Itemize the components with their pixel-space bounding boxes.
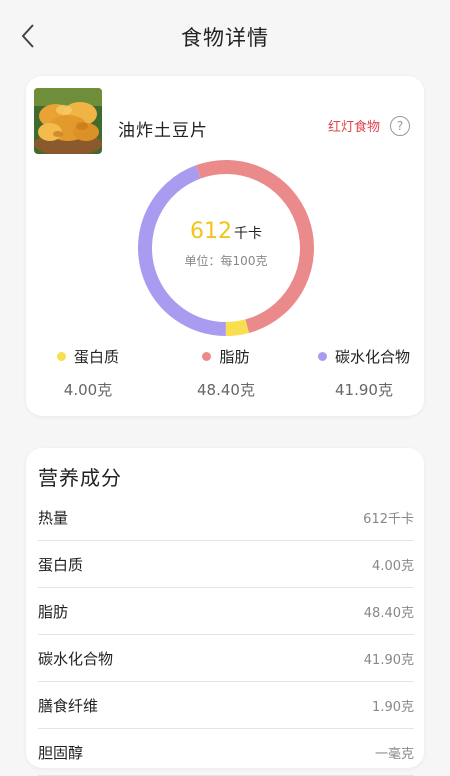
nutrient-value: 4.00克 [372,558,414,574]
legend-label: 脂肪 [219,348,250,366]
top-bar: 食物详情 [0,0,450,74]
nutrient-label: 胆固醇 [38,743,84,762]
unit-note: 单位：每100克 [184,254,268,268]
nutrient-label: 脂肪 [38,602,69,621]
legend-label: 蛋白质 [73,348,119,366]
donut-center: 612 千卡 单位：每100克 [134,156,318,340]
calorie-unit: 千卡 [234,226,262,242]
protein-dot-icon [56,352,66,361]
nutrient-label: 蛋白质 [38,555,84,574]
macro-donut-chart: 612 千卡 单位：每100克 [134,156,318,340]
nutrient-row-fiber: 膳食纤维 1.90克 [38,682,414,729]
nutrient-label: 热量 [38,508,69,527]
nutrient-value: 48.40克 [363,605,414,621]
nutrient-row-energy: 热量 612千卡 [38,494,414,541]
fat-dot-icon [202,352,212,361]
calorie-value: 612 [190,219,232,244]
carbs-dot-icon [317,352,327,361]
page-title: 食物详情 [181,26,269,50]
nutrient-value: 1.90克 [372,699,414,715]
nutrient-label: 膳食纤维 [38,696,99,715]
nutrient-row-protein: 蛋白质 4.00克 [38,541,414,588]
nutrient-value: 612千卡 [363,511,414,527]
nutrient-row-cholesterol: 胆固醇 一毫克 [38,729,414,776]
red-light-tag: 红灯食物 [327,120,380,135]
legend-carbs: 碳水化合物 41.90克 [304,346,424,400]
nutrient-value: 41.90克 [363,652,414,668]
legend-fat: 脂肪 48.40克 [166,346,286,400]
nutrient-list: 热量 612千卡 蛋白质 4.00克 脂肪 48.40克 碳水化合物 41.90… [38,494,414,776]
nutrient-value: 一毫克 [374,746,414,762]
nutrient-row-fat: 脂肪 48.40克 [38,588,414,635]
legend-protein: 蛋白质 4.00克 [28,346,148,400]
legend-value: 48.40克 [197,381,255,399]
food-summary-card: 油炸土豆片 红灯食物 ? 612 千卡 单位：每100克 蛋白质 4.00克 脂… [26,76,424,416]
nutrient-label: 碳水化合物 [38,649,114,668]
nutrition-card: 营养成分 热量 612千卡 蛋白质 4.00克 脂肪 48.40克 碳水化合物 … [26,448,424,776]
legend-label: 碳水化合物 [334,348,410,366]
nutrient-row-carbs: 碳水化合物 41.90克 [38,635,414,682]
help-icon[interactable]: ? [390,116,410,136]
legend-value: 4.00克 [63,381,113,399]
legend-value: 41.90克 [335,381,393,399]
food-name: 油炸土豆片 [118,121,208,141]
food-image [34,88,102,154]
section-title: 营养成分 [38,466,122,490]
